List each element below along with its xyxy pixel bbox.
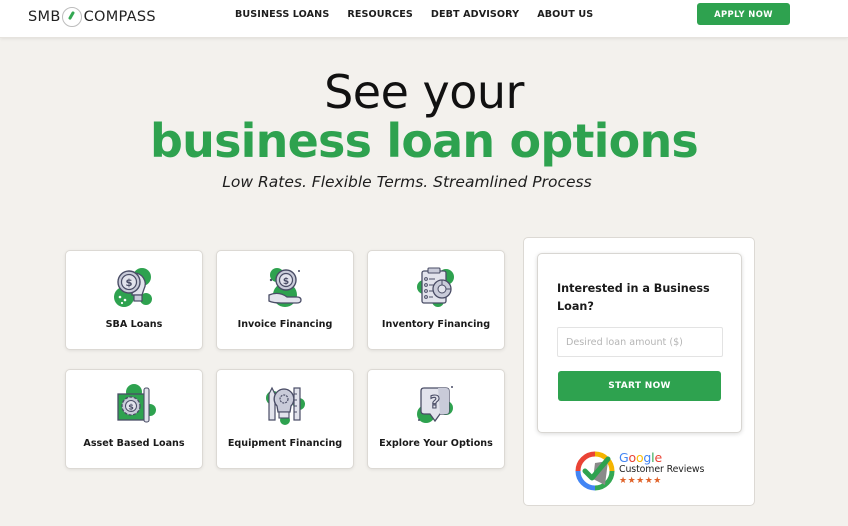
loan-inquiry-form: Interested in a Business Loan? START NOW — [537, 253, 742, 433]
site-header: SMB COMPASS BUSINESS LOANS RESOURCES DEB… — [0, 0, 848, 38]
google-letter: e — [654, 450, 662, 465]
loan-card-label: Invoice Financing — [237, 319, 333, 330]
gear-dollar-blueprint-icon: $ — [112, 384, 156, 428]
loan-card-sba-loans[interactable]: $ SBA Loans — [65, 250, 203, 350]
start-now-button[interactable]: START NOW — [558, 371, 721, 401]
google-wordmark: Google — [619, 451, 662, 465]
svg-text:$: $ — [128, 403, 134, 412]
main-nav: BUSINESS LOANS RESOURCES DEBT ADVISORY A… — [235, 9, 593, 20]
apply-now-button[interactable]: APPLY NOW — [697, 3, 790, 25]
lightbulb-tools-icon — [263, 384, 307, 428]
google-letter: o — [628, 450, 637, 465]
svg-text:$: $ — [283, 277, 289, 287]
svg-text:$: $ — [126, 278, 133, 289]
google-customer-reviews-badge[interactable]: Google Customer Reviews ★★★★★ — [575, 451, 715, 493]
logo-text-compass: COMPASS — [83, 9, 156, 25]
google-check-badge-icon — [575, 451, 615, 491]
clipboard-chart-icon — [414, 265, 458, 309]
hero-subtitle: Low Rates. Flexible Terms. Streamlined P… — [222, 173, 592, 191]
coin-lightbulb-icon: $ — [112, 265, 156, 309]
hero-title-line1: See your — [324, 65, 524, 119]
loan-card-invoice-financing[interactable]: $ Invoice Financing — [216, 250, 354, 350]
loan-card-explore-your-options[interactable]: ? Explore Your Options — [367, 369, 505, 469]
nav-business-loans[interactable]: BUSINESS LOANS — [235, 9, 329, 20]
question-bubble-icon: ? — [414, 384, 458, 428]
loan-card-label: Asset Based Loans — [83, 438, 185, 449]
loan-card-inventory-financing[interactable]: Inventory Financing — [367, 250, 505, 350]
loan-card-label: SBA Loans — [105, 319, 163, 330]
form-title: Interested in a Business Loan? — [557, 282, 710, 313]
coin-hand-icon: $ — [263, 265, 307, 309]
google-letter: G — [619, 450, 629, 465]
loan-card-label: Explore Your Options — [379, 438, 493, 449]
loan-amount-input[interactable] — [557, 327, 723, 357]
svg-text:?: ? — [430, 392, 440, 413]
star-rating: ★★★★★ — [619, 475, 662, 485]
logo-text-smb: SMB — [28, 9, 61, 25]
hero-title-line2: business loan options — [150, 114, 699, 168]
nav-debt-advisory[interactable]: DEBT ADVISORY — [431, 9, 519, 20]
loan-card-label: Inventory Financing — [381, 319, 491, 330]
compass-icon — [61, 6, 82, 28]
google-letter: g — [643, 450, 652, 465]
loan-card-equipment-financing[interactable]: Equipment Financing — [216, 369, 354, 469]
loan-card-label: Equipment Financing — [227, 438, 343, 449]
smb-compass-logo[interactable]: SMB COMPASS — [28, 6, 156, 28]
loan-card-asset-based-loans[interactable]: $ Asset Based Loans — [65, 369, 203, 469]
nav-resources[interactable]: RESOURCES — [347, 9, 413, 20]
nav-about-us[interactable]: ABOUT US — [537, 9, 593, 20]
